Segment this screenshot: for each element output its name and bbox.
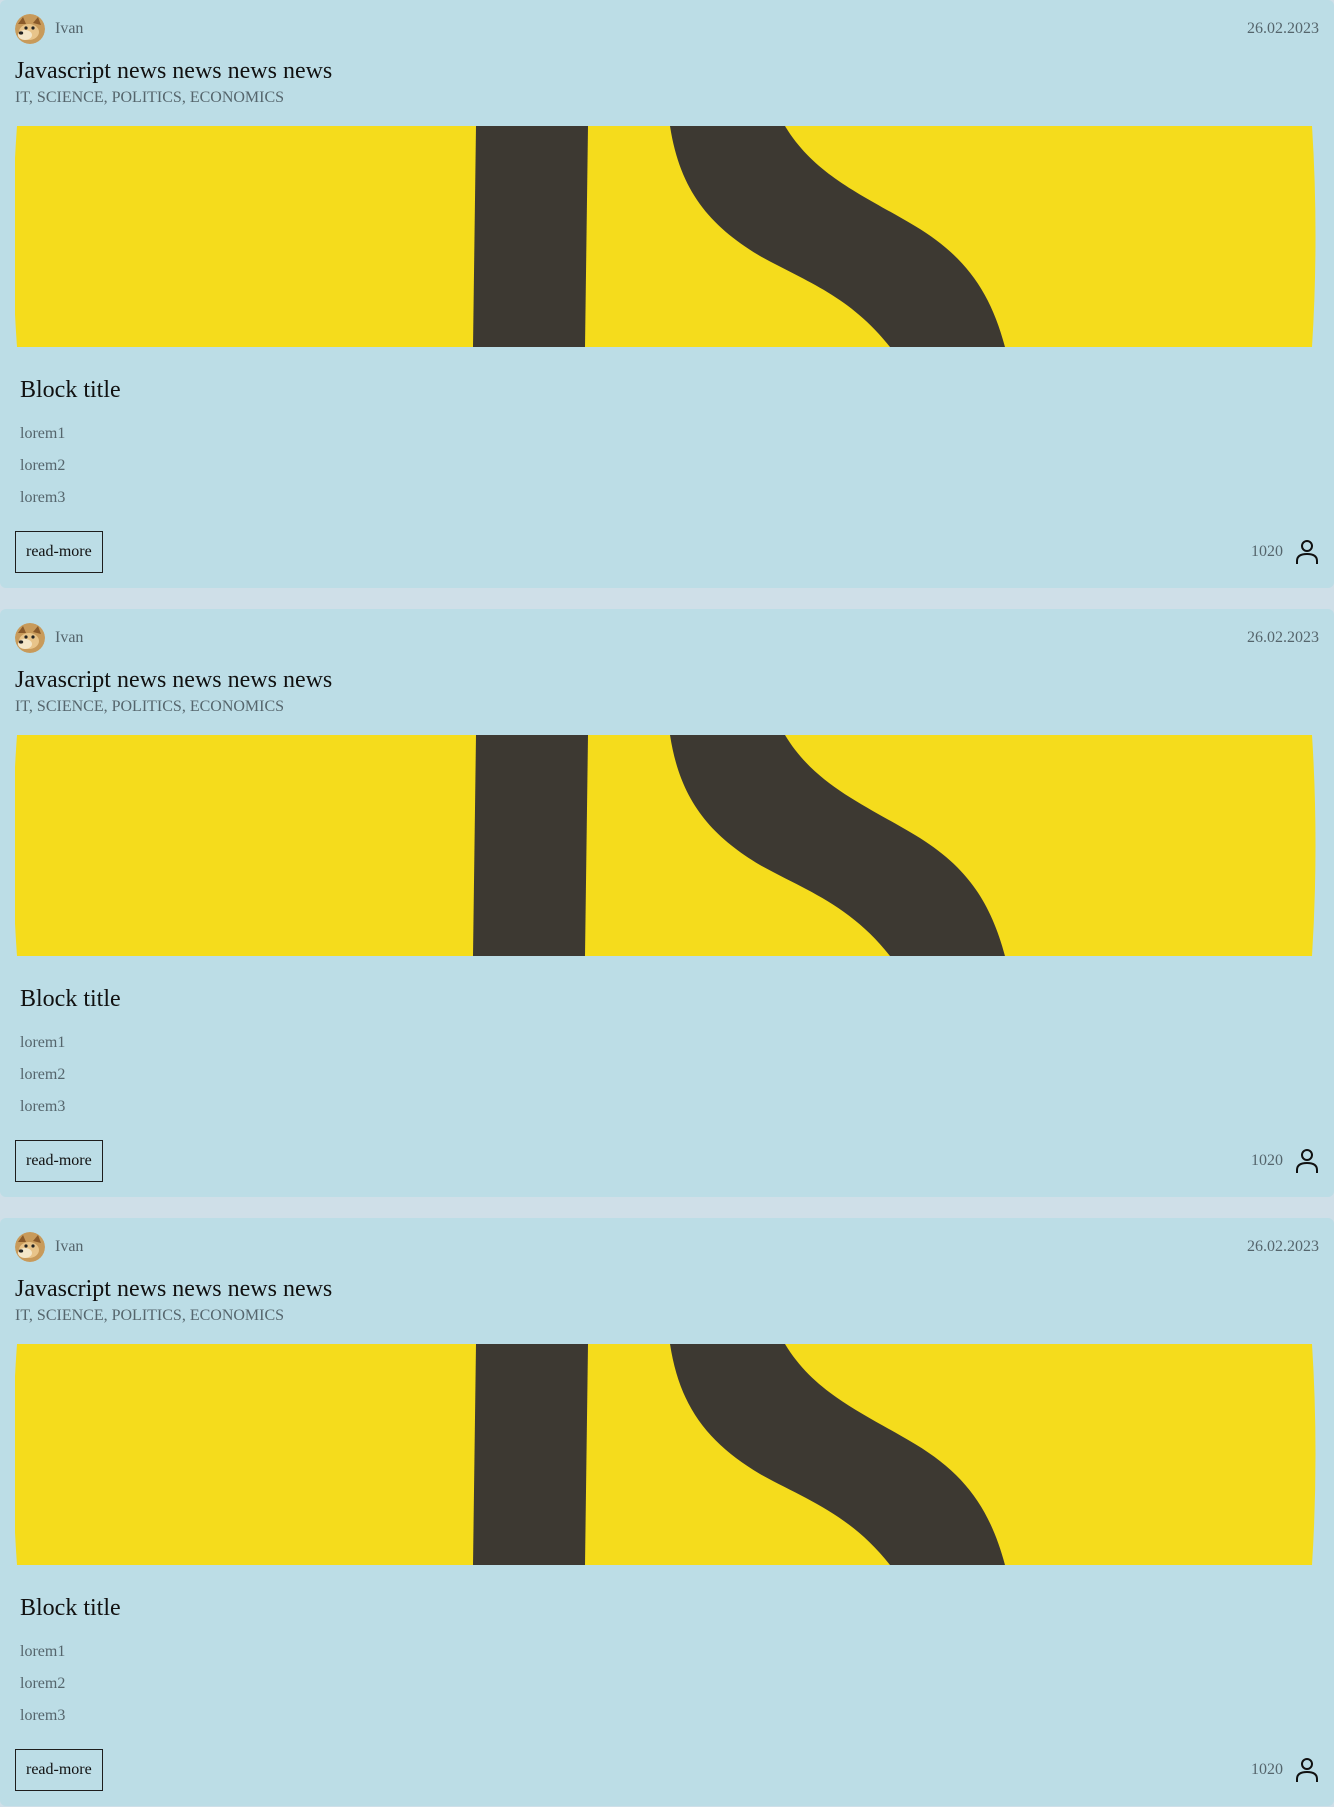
user-icon — [1296, 1149, 1318, 1173]
post-title: Javascript news news news news — [15, 58, 333, 84]
avatar — [15, 14, 45, 44]
list-item: lorem2 — [20, 457, 66, 474]
author-name: Ivan — [55, 629, 84, 646]
card-footer: read-more 1020 — [15, 531, 1319, 573]
author-name: Ivan — [55, 1238, 84, 1255]
author-info[interactable]: Ivan — [15, 1232, 83, 1262]
read-more-button[interactable]: read-more — [15, 1140, 103, 1182]
avatar — [15, 1232, 45, 1262]
news-card: Ivan 26.02.2023 Javascript news news new… — [0, 1218, 1334, 1806]
list-item: lorem1 — [20, 1643, 66, 1660]
block-title: Block title — [20, 1595, 121, 1621]
list-item: lorem1 — [20, 425, 66, 442]
content-list: lorem1 lorem2 lorem3 — [20, 1031, 65, 1127]
views-counter: 1020 — [1251, 539, 1319, 565]
post-date: 26.02.2023 — [1247, 629, 1319, 646]
views-counter: 1020 — [1251, 1757, 1319, 1783]
post-title: Javascript news news news news — [15, 1276, 333, 1302]
list-item: lorem2 — [20, 1066, 66, 1083]
post-tags: IT, SCIENCE, POLITICS, ECONOMICS — [15, 1307, 285, 1324]
post-date: 26.02.2023 — [1247, 1238, 1319, 1255]
card-footer: read-more 1020 — [15, 1140, 1319, 1182]
card-header: Ivan 26.02.2023 — [15, 1232, 1319, 1262]
news-feed: Ivan 26.02.2023 Javascript news news new… — [0, 0, 1334, 1806]
post-date: 26.02.2023 — [1247, 20, 1319, 37]
post-image — [15, 735, 1316, 956]
list-item: lorem3 — [20, 1707, 66, 1724]
post-title: Javascript news news news news — [15, 667, 333, 693]
post-tags: IT, SCIENCE, POLITICS, ECONOMICS — [15, 89, 285, 106]
avatar — [15, 623, 45, 653]
card-header: Ivan 26.02.2023 — [15, 14, 1319, 44]
card-footer: read-more 1020 — [15, 1749, 1319, 1791]
block-title: Block title — [20, 986, 121, 1012]
user-icon — [1296, 540, 1318, 564]
list-item: lorem1 — [20, 1034, 66, 1051]
post-image — [15, 126, 1316, 347]
read-more-button[interactable]: read-more — [15, 1749, 103, 1791]
author-info[interactable]: Ivan — [15, 14, 83, 44]
author-name: Ivan — [55, 20, 84, 37]
content-list: lorem1 lorem2 lorem3 — [20, 1640, 65, 1736]
views-count: 1020 — [1251, 543, 1283, 560]
list-item: lorem2 — [20, 1675, 66, 1692]
views-counter: 1020 — [1251, 1148, 1319, 1174]
views-count: 1020 — [1251, 1761, 1283, 1778]
news-card: Ivan 26.02.2023 Javascript news news new… — [0, 609, 1334, 1197]
news-card: Ivan 26.02.2023 Javascript news news new… — [0, 0, 1334, 588]
content-list: lorem1 lorem2 lorem3 — [20, 422, 65, 518]
views-count: 1020 — [1251, 1152, 1283, 1169]
list-item: lorem3 — [20, 489, 66, 506]
read-more-button[interactable]: read-more — [15, 531, 103, 573]
block-title: Block title — [20, 377, 121, 403]
post-image — [15, 1344, 1316, 1565]
card-header: Ivan 26.02.2023 — [15, 623, 1319, 653]
post-tags: IT, SCIENCE, POLITICS, ECONOMICS — [15, 698, 285, 715]
list-item: lorem3 — [20, 1098, 66, 1115]
author-info[interactable]: Ivan — [15, 623, 83, 653]
user-icon — [1296, 1758, 1318, 1782]
